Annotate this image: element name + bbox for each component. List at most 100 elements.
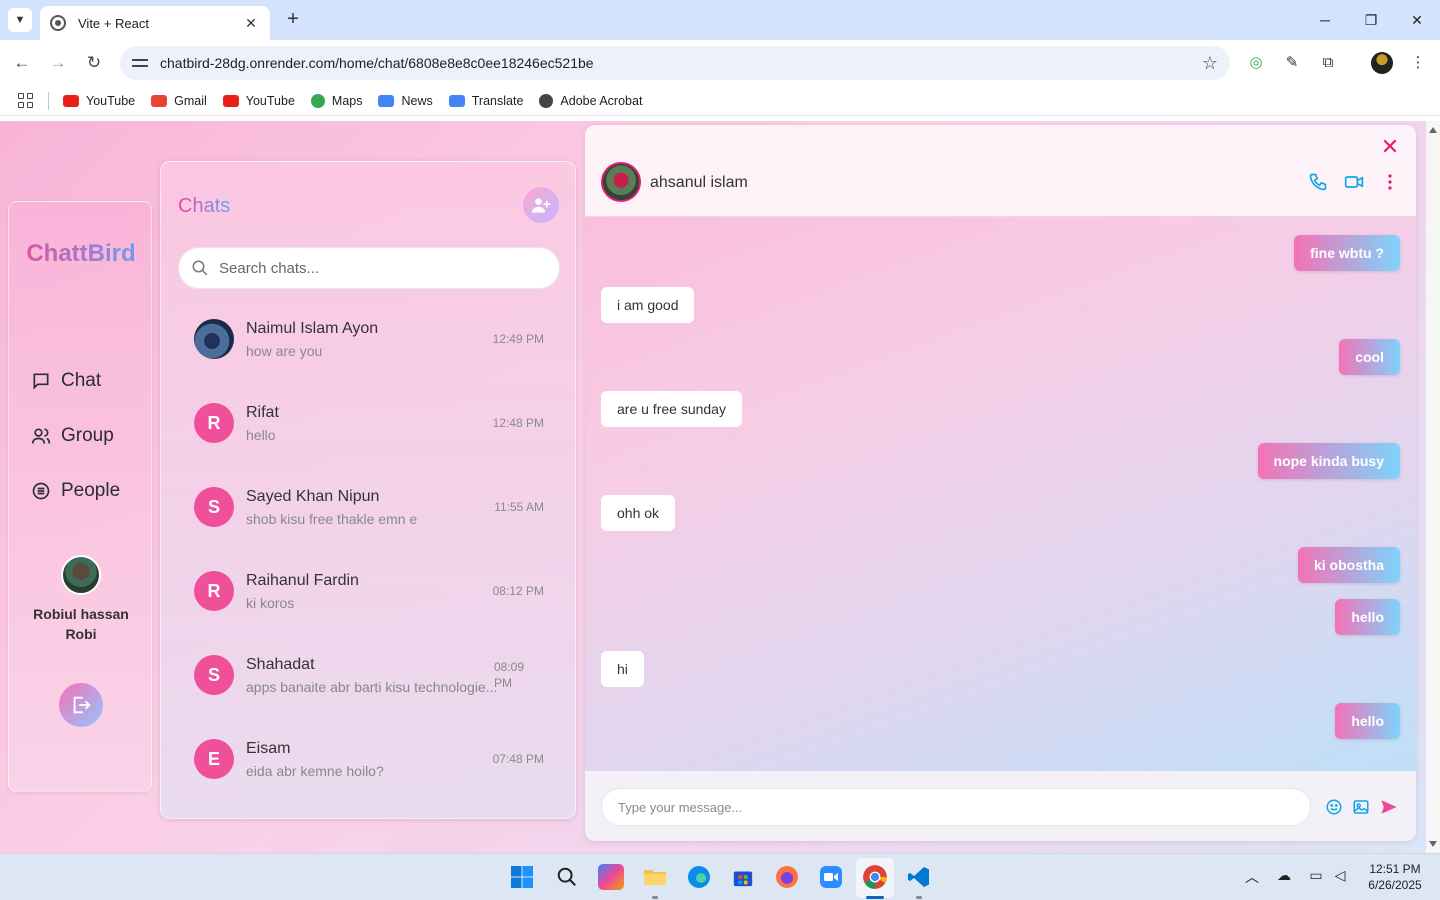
received-message: hi xyxy=(601,651,644,687)
search-taskbar-icon[interactable] xyxy=(554,864,580,890)
extensions-puzzle-icon[interactable]: ⧉ xyxy=(1318,53,1338,73)
conversation-time: 12:49 PM xyxy=(492,332,544,346)
bookmark-item[interactable]: News xyxy=(378,94,433,108)
bookmark-item[interactable]: Translate xyxy=(448,94,523,108)
contact-avatar[interactable] xyxy=(601,162,641,202)
user-plus-icon xyxy=(531,198,551,213)
search-icon xyxy=(192,260,208,276)
youtube-icon xyxy=(222,94,239,107)
windows-start-icon[interactable] xyxy=(509,864,535,890)
bookmark-item[interactable]: Maps xyxy=(310,93,363,108)
page-scrollbar[interactable] xyxy=(1426,121,1440,853)
sidebar-item-chat[interactable]: Chat xyxy=(31,370,101,392)
conversation-item[interactable]: Naimul Islam Ayon how are you 12:49 PM xyxy=(178,299,560,379)
back-button[interactable]: ← xyxy=(10,51,34,75)
file-explorer-icon[interactable] xyxy=(642,864,668,890)
send-icon[interactable] xyxy=(1379,797,1399,817)
url-text[interactable]: chatbird-28dg.onrender.com/home/chat/680… xyxy=(160,55,1190,71)
sent-message: nope kinda busy xyxy=(1257,443,1400,479)
site-info-icon[interactable] xyxy=(132,55,148,71)
bookmark-item[interactable]: YouTube xyxy=(63,94,135,108)
conversation-item[interactable]: E Eisam eida abr kemne hoilo? 07:48 PM xyxy=(178,719,560,799)
conversation-item[interactable]: S Sayed Khan Nipun shob kisu free thakle e… xyxy=(178,467,560,547)
sidebar-item-people[interactable]: People xyxy=(31,480,120,502)
copilot-icon[interactable] xyxy=(598,864,624,890)
conversation-avatar: R xyxy=(194,571,234,611)
browser-tab[interactable]: Vite + React ✕ xyxy=(40,6,270,40)
bookmark-label: YouTube xyxy=(86,93,136,108)
chat-bubble-icon xyxy=(33,373,49,390)
sidebar: ChattBird Chat Group People Robiul hassa… xyxy=(8,201,152,792)
minimize-button[interactable]: ─ xyxy=(1310,8,1340,32)
onedrive-cloud-icon[interactable]: ☁ xyxy=(1274,867,1294,884)
scroll-up-icon[interactable] xyxy=(1429,127,1437,133)
tab-search-button[interactable]: ▼ xyxy=(8,8,32,32)
profile-avatar[interactable] xyxy=(1371,52,1393,74)
vscode-icon[interactable] xyxy=(906,864,932,890)
app-page: ChattBird Chat Group People Robiul hassa… xyxy=(0,121,1426,853)
address-bar[interactable]: chatbird-28dg.onrender.com/home/chat/680… xyxy=(120,46,1230,80)
sidebar-item-group[interactable]: Group xyxy=(31,425,114,447)
apps-grid-icon[interactable] xyxy=(18,92,34,109)
emoji-icon[interactable] xyxy=(1324,797,1344,817)
reload-button[interactable]: ↻ xyxy=(82,51,106,75)
sent-message: fine wbtu ? xyxy=(1294,235,1400,271)
bookmark-label: Maps xyxy=(331,93,363,108)
logout-button[interactable] xyxy=(59,683,103,727)
forward-button[interactable]: → xyxy=(46,51,70,75)
firefox-icon[interactable] xyxy=(774,864,800,890)
browser-menu-icon[interactable]: ⋮ xyxy=(1408,53,1428,73)
message-input[interactable] xyxy=(601,788,1311,826)
browser-toolbar: ← → ↻ chatbird-28dg.onrender.com/home/ch… xyxy=(0,40,1440,86)
zoom-icon[interactable] xyxy=(818,864,844,890)
tab-title: Vite + React xyxy=(78,15,149,31)
conversation-text: Raihanul Fardin ki koros xyxy=(246,572,478,611)
user-name: Robiul hassan Robi xyxy=(33,606,129,642)
more-options-icon[interactable] xyxy=(1379,171,1401,193)
show-hidden-icons-chevron-icon[interactable]: ︿ xyxy=(1242,867,1262,887)
maps-icon xyxy=(310,93,325,108)
restore-button[interactable]: ❐ xyxy=(1356,8,1386,32)
bookmark-item[interactable]: YouTube xyxy=(222,94,295,108)
new-tab-button[interactable]: + xyxy=(282,8,304,30)
sent-message: cool xyxy=(1339,339,1400,375)
bookmarks-divider xyxy=(48,91,49,110)
user-avatar[interactable] xyxy=(61,555,101,595)
search-box[interactable] xyxy=(178,247,560,289)
conversation-avatar xyxy=(194,319,234,359)
browser-tab-bar: ▼ Vite + React ✕ + ─ ❐ ✕ xyxy=(0,0,1440,40)
conversation-text: Sayed Khan Nipun shob kisu free thakle em… xyxy=(246,488,478,527)
volume-icon[interactable]: ◁ xyxy=(1330,867,1350,884)
conversation-item[interactable]: R Rifat hello 12:48 PM xyxy=(178,383,560,463)
phone-call-icon[interactable] xyxy=(1307,171,1329,193)
youtube-icon xyxy=(63,94,79,107)
conversation-item[interactable]: R Raihanul Fardin ki koros 08:12 PM xyxy=(178,551,560,631)
bookmark-star-icon[interactable]: ☆ xyxy=(1190,53,1230,74)
extension-icon[interactable]: ◎ xyxy=(1246,53,1266,73)
running-indicator xyxy=(916,896,922,899)
scroll-down-icon[interactable] xyxy=(1429,841,1437,847)
bookmark-item[interactable]: Adobe Acrobat xyxy=(539,93,642,108)
clock-time: 12:51 PM xyxy=(1369,862,1421,876)
close-chat-icon[interactable]: ✕ xyxy=(1380,136,1400,158)
received-message: i am good xyxy=(601,287,695,323)
list-circle-icon xyxy=(32,482,50,500)
edge-browser-icon[interactable] xyxy=(686,864,712,890)
conversation-time: 12:48 PM xyxy=(492,416,544,430)
clock-date: 6/26/2025 xyxy=(1368,878,1422,892)
close-window-button[interactable]: ✕ xyxy=(1402,8,1432,32)
conversation-item[interactable]: S Shahadat apps banaite abr barti kisu tec… xyxy=(178,635,560,715)
eyedropper-icon[interactable]: ✎ xyxy=(1282,53,1302,73)
image-upload-icon[interactable] xyxy=(1351,797,1371,817)
add-contact-button[interactable] xyxy=(523,187,559,223)
network-icon[interactable]: ▭ xyxy=(1306,867,1326,884)
video-call-icon[interactable] xyxy=(1343,171,1365,193)
microsoft-store-icon[interactable] xyxy=(730,864,756,890)
tab-close-icon[interactable]: ✕ xyxy=(242,15,260,32)
system-clock[interactable]: 12:51 PM 6/26/2025 xyxy=(1358,861,1432,893)
search-input[interactable] xyxy=(219,259,539,277)
chrome-icon[interactable] xyxy=(862,864,888,890)
received-message: ohh ok xyxy=(601,495,676,531)
bookmark-item[interactable]: Gmail xyxy=(151,94,207,108)
conversation-avatar: R xyxy=(194,403,234,443)
